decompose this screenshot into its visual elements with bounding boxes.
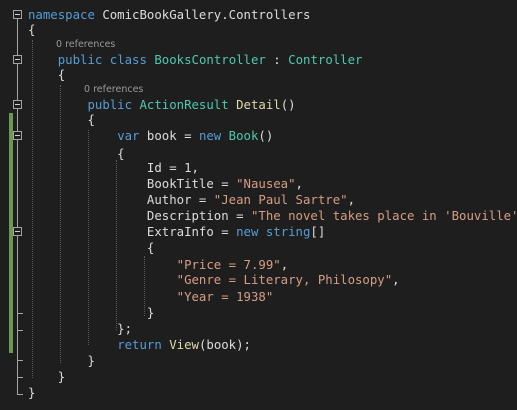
code-token: , [347,193,356,207]
code-token: return [117,338,162,352]
code-line[interactable]: namespace ComicBookGallery.Controllers [28,6,310,24]
code-token: var [117,129,140,143]
codelens-references[interactable]: 0 references [84,84,143,96]
collapse-array-toggle[interactable] [13,227,22,236]
code-token: Book [228,129,259,143]
code-token: , [295,177,303,191]
code-token: "Genre = Literary, Philosopy" [176,273,393,287]
code-token: { [28,68,66,82]
code-token: , [392,273,400,287]
code-token: } [28,306,155,320]
code-token: BookTitle = [28,177,237,191]
code-token: "Year = 1938" [176,290,274,304]
code-editor[interactable]: 0 references 0 references namespace Comi… [0,0,517,410]
code-token: [] [310,225,326,239]
outline-end-method [17,360,23,361]
code-token: "Jean Paul Sartre" [213,193,348,207]
codelens-references[interactable]: 0 references [56,39,115,51]
code-token: { [28,23,36,37]
outline-end-initializer [17,330,23,331]
code-line[interactable]: public class BooksController : Controlle… [28,51,363,69]
outline-line-namespace [17,19,18,394]
code-line[interactable]: { [28,66,65,84]
code-token: new [236,225,259,239]
outline-end-array [17,313,23,314]
code-token: class [109,53,147,67]
code-token: } [28,386,36,400]
collapse-method-toggle[interactable] [13,100,22,109]
code-token: (book); [198,338,251,352]
code-line[interactable]: } [28,384,35,402]
code-token: "Price = 7.99" [176,258,281,272]
code-token: Author = [28,193,214,207]
code-token: () [280,98,296,112]
code-token: string [265,225,311,239]
code-token: } [28,354,95,368]
code-token: Id = 1, [28,161,199,175]
code-token: { [28,113,95,127]
code-token: }; [28,322,133,336]
code-line[interactable]: { [28,239,154,257]
code-token: new [198,129,222,143]
code-token: Controller [288,53,363,67]
collapse-class-toggle[interactable] [13,55,22,64]
collapse-namespace-toggle[interactable] [13,10,22,19]
code-token: () [258,129,274,143]
code-token: public [87,98,133,112]
code-token: View [169,338,199,352]
code-line[interactable]: "Genre = Literary, Philosopy", [28,271,400,289]
code-token: Description = [28,209,251,223]
code-line[interactable]: { [28,21,35,39]
code-token: } [28,370,66,384]
collapse-initializer-toggle[interactable] [13,131,22,140]
code-token: : [265,53,289,67]
outline-end-class [17,377,23,378]
code-token: public [57,53,103,67]
code-token: ExtraInfo = [28,225,237,239]
code-token: Detail [236,98,281,112]
outline-end-namespace [17,394,23,395]
code-token: ComicBookGallery.Controllers [94,8,311,22]
code-token: namespace [28,8,95,22]
code-token: "The novel takes place in 'Bouville' (ho [250,209,517,223]
code-token: ActionResult [139,98,229,112]
code-token: book = [139,129,199,143]
code-token: , [280,258,289,272]
code-line[interactable]: var book = new Book() [28,127,273,145]
code-token: { [28,241,155,255]
code-token: BooksController [154,53,266,67]
code-token: "Nausea" [236,177,296,191]
